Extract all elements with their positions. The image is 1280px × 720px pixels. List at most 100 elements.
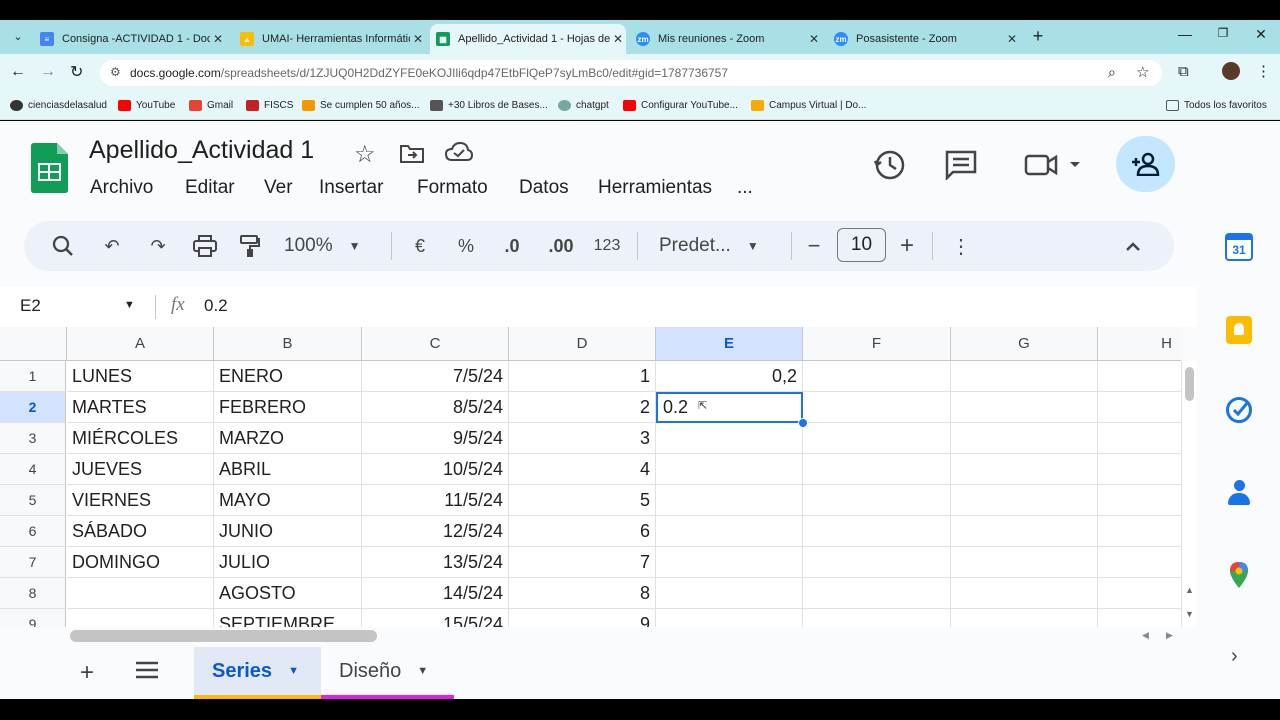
cell-d7[interactable]: 7 — [509, 547, 656, 578]
horizontal-scrollbar[interactable]: ◀ ▶ — [0, 627, 1197, 647]
cell-g9[interactable] — [951, 609, 1098, 627]
cell-a5[interactable]: VIERNES — [67, 485, 214, 516]
cell-a3[interactable]: MIÉRCOLES — [67, 423, 214, 454]
cell-a1[interactable]: LUNES — [67, 361, 214, 392]
tab-search-icon[interactable]: ⌄ — [8, 26, 28, 46]
cell-h9[interactable] — [1098, 609, 1181, 627]
menu-more[interactable]: ... — [737, 177, 753, 199]
number-format-button[interactable]: 123 — [591, 233, 623, 259]
cell-c6[interactable]: 12/5/24 — [362, 516, 509, 547]
cell-e2[interactable]: 0.2 ⇱ — [656, 392, 803, 423]
row-header-2[interactable]: 2 — [0, 392, 66, 423]
new-tab-icon[interactable]: + — [1028, 26, 1048, 46]
restore-icon[interactable]: ❐ — [1214, 26, 1232, 46]
all-sheets-icon[interactable] — [135, 661, 159, 684]
fill-handle[interactable] — [798, 418, 808, 428]
font-select[interactable]: Predet... ▼ — [659, 233, 777, 259]
cell-f9[interactable] — [803, 609, 951, 627]
tasks-icon[interactable] — [1226, 397, 1252, 423]
row-header-1[interactable]: 1 — [0, 361, 66, 392]
cell-d1[interactable]: 1 — [509, 361, 656, 392]
cell-c3[interactable]: 9/5/24 — [362, 423, 509, 454]
cell-c5[interactable]: 11/5/24 — [362, 485, 509, 516]
column-header-b[interactable]: B — [214, 327, 362, 361]
share-button[interactable] — [1116, 136, 1175, 192]
cell-g8[interactable] — [951, 578, 1098, 609]
menu-datos[interactable]: Datos — [519, 177, 569, 199]
minimize-icon[interactable]: — — [1176, 26, 1194, 46]
cell-h1[interactable] — [1098, 361, 1181, 392]
bookmark-item[interactable]: Configurar YouTube... — [623, 97, 738, 113]
cell-e4[interactable] — [656, 454, 803, 485]
select-all-corner[interactable] — [0, 327, 67, 361]
history-icon[interactable] — [873, 148, 907, 182]
doc-title[interactable]: Apellido_Actividad 1 — [89, 136, 314, 165]
bookmark-item[interactable]: cienciasdelasalud — [10, 97, 107, 113]
calendar-icon[interactable]: 31 — [1225, 233, 1253, 261]
add-sheet-icon[interactable]: + — [80, 659, 94, 687]
cell-g5[interactable] — [951, 485, 1098, 516]
row-header-4[interactable]: 4 — [0, 454, 66, 485]
print-icon[interactable] — [192, 233, 218, 259]
increase-decimals-button[interactable]: .00 — [543, 233, 579, 259]
cell-h3[interactable] — [1098, 423, 1181, 454]
cloud-status-icon[interactable] — [445, 142, 473, 162]
vertical-scroll-thumb[interactable] — [1185, 367, 1194, 401]
cell-f7[interactable] — [803, 547, 951, 578]
maps-icon[interactable] — [1228, 561, 1250, 594]
keep-icon[interactable] — [1226, 316, 1252, 344]
redo-icon[interactable]: ↷ — [146, 233, 170, 259]
cell-h2[interactable] — [1098, 392, 1181, 423]
search-menus-icon[interactable] — [50, 233, 76, 259]
menu-ver[interactable]: Ver — [264, 177, 293, 199]
cell-f8[interactable] — [803, 578, 951, 609]
bookmark-item[interactable]: Se cumplen 50 años... — [302, 97, 420, 113]
cell-f3[interactable] — [803, 423, 951, 454]
chrome-menu-icon[interactable]: ⋮ — [1256, 62, 1271, 80]
scroll-up-icon[interactable]: ▲ — [1185, 585, 1194, 595]
cell-h6[interactable] — [1098, 516, 1181, 547]
cell-e5[interactable] — [656, 485, 803, 516]
cell-b9[interactable]: SEPTIEMBRE — [214, 609, 362, 627]
cell-a6[interactable]: SÁBADO — [67, 516, 214, 547]
cell-a4[interactable]: JUEVES — [67, 454, 214, 485]
font-size-decrease-button[interactable]: − — [803, 233, 825, 259]
cell-e9[interactable] — [656, 609, 803, 627]
close-icon[interactable]: ✕ — [410, 32, 426, 46]
horizontal-scroll-thumb[interactable] — [70, 630, 377, 642]
sheets-logo-icon[interactable] — [31, 143, 68, 193]
cell-d2[interactable]: 2 — [509, 392, 656, 423]
chevron-right-icon[interactable]: › — [1231, 645, 1238, 668]
cell-g4[interactable] — [951, 454, 1098, 485]
menu-editar[interactable]: Editar — [185, 177, 235, 199]
menu-archivo[interactable]: Archivo — [90, 177, 153, 199]
profile-avatar[interactable] — [1222, 62, 1240, 80]
all-bookmarks[interactable]: Todos los favoritos — [1166, 97, 1267, 113]
column-header-h[interactable]: H — [1098, 327, 1181, 361]
name-box[interactable]: E2 — [20, 296, 41, 316]
sheet-tab-series[interactable]: Series ▼ — [194, 647, 321, 699]
bookmark-item[interactable]: chatgpt — [558, 97, 609, 113]
cell-b3[interactable]: MARZO — [214, 423, 362, 454]
tab-umai[interactable]: ▲ UMAI- Herramientas Informátic ✕ — [236, 24, 426, 54]
font-size-input[interactable]: 10 — [837, 228, 886, 262]
currency-button[interactable]: € — [408, 233, 432, 259]
cell-d3[interactable]: 3 — [509, 423, 656, 454]
decrease-decimals-button[interactable]: .0 — [496, 233, 528, 259]
cell-d9[interactable]: 9 — [509, 609, 656, 627]
cell-a7[interactable]: DOMINGO — [67, 547, 214, 578]
comments-icon[interactable] — [945, 150, 977, 180]
cell-a8[interactable] — [67, 578, 214, 609]
vertical-scrollbar[interactable]: ▲ ▼ — [1181, 361, 1197, 627]
chevron-down-icon[interactable]: ▼ — [417, 665, 428, 677]
cell-b7[interactable]: JULIO — [214, 547, 362, 578]
column-header-c[interactable]: C — [362, 327, 509, 361]
url-input[interactable]: ⚙ docs.google.com/spreadsheets/d/1ZJUQ0H… — [100, 60, 1162, 86]
cell-b2[interactable]: FEBRERO — [214, 392, 362, 423]
cell-c8[interactable]: 14/5/24 — [362, 578, 509, 609]
row-header-8[interactable]: 8 — [0, 578, 66, 609]
cell-h8[interactable] — [1098, 578, 1181, 609]
cell-f5[interactable] — [803, 485, 951, 516]
cell-c4[interactable]: 10/5/24 — [362, 454, 509, 485]
cell-h7[interactable] — [1098, 547, 1181, 578]
